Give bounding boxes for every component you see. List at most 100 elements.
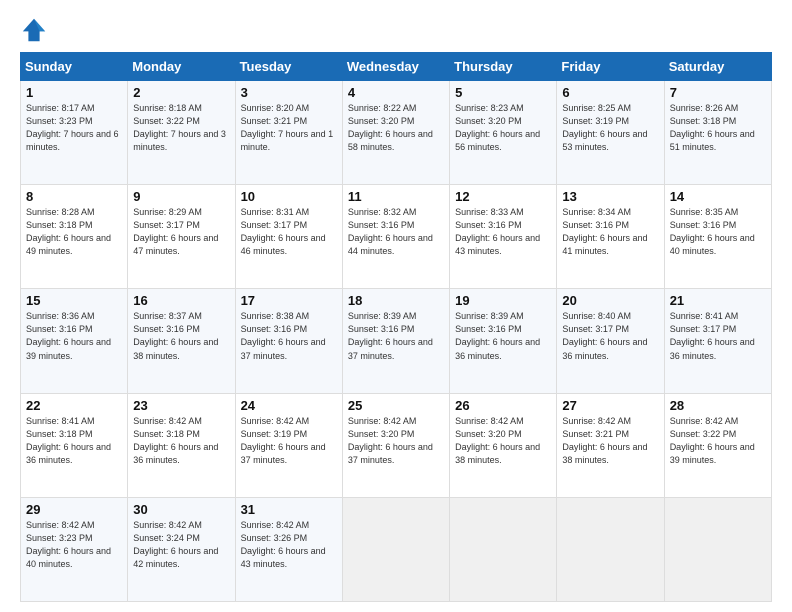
day-number: 16 [133,293,229,308]
day-info: Sunrise: 8:42 AM Sunset: 3:19 PM Dayligh… [241,415,337,467]
calendar-cell [557,497,664,601]
day-number: 14 [670,189,766,204]
calendar-cell: 28 Sunrise: 8:42 AM Sunset: 3:22 PM Dayl… [664,393,771,497]
day-number: 9 [133,189,229,204]
calendar-cell: 2 Sunrise: 8:18 AM Sunset: 3:22 PM Dayli… [128,81,235,185]
day-number: 11 [348,189,444,204]
calendar-week-2: 8 Sunrise: 8:28 AM Sunset: 3:18 PM Dayli… [21,185,772,289]
weekday-header-monday: Monday [128,53,235,81]
day-number: 24 [241,398,337,413]
weekday-header-friday: Friday [557,53,664,81]
day-number: 21 [670,293,766,308]
day-info: Sunrise: 8:42 AM Sunset: 3:18 PM Dayligh… [133,415,229,467]
weekday-header-tuesday: Tuesday [235,53,342,81]
day-info: Sunrise: 8:41 AM Sunset: 3:18 PM Dayligh… [26,415,122,467]
day-number: 29 [26,502,122,517]
day-info: Sunrise: 8:29 AM Sunset: 3:17 PM Dayligh… [133,206,229,258]
day-info: Sunrise: 8:17 AM Sunset: 3:23 PM Dayligh… [26,102,122,154]
calendar-cell: 23 Sunrise: 8:42 AM Sunset: 3:18 PM Dayl… [128,393,235,497]
day-info: Sunrise: 8:42 AM Sunset: 3:20 PM Dayligh… [348,415,444,467]
day-number: 23 [133,398,229,413]
calendar-week-5: 29 Sunrise: 8:42 AM Sunset: 3:23 PM Dayl… [21,497,772,601]
day-info: Sunrise: 8:39 AM Sunset: 3:16 PM Dayligh… [348,310,444,362]
day-info: Sunrise: 8:31 AM Sunset: 3:17 PM Dayligh… [241,206,337,258]
calendar-cell: 6 Sunrise: 8:25 AM Sunset: 3:19 PM Dayli… [557,81,664,185]
day-number: 30 [133,502,229,517]
day-info: Sunrise: 8:25 AM Sunset: 3:19 PM Dayligh… [562,102,658,154]
day-number: 22 [26,398,122,413]
day-info: Sunrise: 8:40 AM Sunset: 3:17 PM Dayligh… [562,310,658,362]
day-info: Sunrise: 8:33 AM Sunset: 3:16 PM Dayligh… [455,206,551,258]
calendar-cell: 17 Sunrise: 8:38 AM Sunset: 3:16 PM Dayl… [235,289,342,393]
calendar-cell [450,497,557,601]
calendar-cell: 14 Sunrise: 8:35 AM Sunset: 3:16 PM Dayl… [664,185,771,289]
day-info: Sunrise: 8:42 AM Sunset: 3:22 PM Dayligh… [670,415,766,467]
calendar-cell: 5 Sunrise: 8:23 AM Sunset: 3:20 PM Dayli… [450,81,557,185]
weekday-header-row: SundayMondayTuesdayWednesdayThursdayFrid… [21,53,772,81]
day-number: 25 [348,398,444,413]
day-info: Sunrise: 8:35 AM Sunset: 3:16 PM Dayligh… [670,206,766,258]
day-info: Sunrise: 8:42 AM Sunset: 3:26 PM Dayligh… [241,519,337,571]
day-info: Sunrise: 8:41 AM Sunset: 3:17 PM Dayligh… [670,310,766,362]
day-info: Sunrise: 8:22 AM Sunset: 3:20 PM Dayligh… [348,102,444,154]
calendar-cell: 24 Sunrise: 8:42 AM Sunset: 3:19 PM Dayl… [235,393,342,497]
calendar-week-1: 1 Sunrise: 8:17 AM Sunset: 3:23 PM Dayli… [21,81,772,185]
calendar-cell: 7 Sunrise: 8:26 AM Sunset: 3:18 PM Dayli… [664,81,771,185]
day-number: 6 [562,85,658,100]
calendar-cell: 18 Sunrise: 8:39 AM Sunset: 3:16 PM Dayl… [342,289,449,393]
calendar-body: 1 Sunrise: 8:17 AM Sunset: 3:23 PM Dayli… [21,81,772,602]
day-info: Sunrise: 8:42 AM Sunset: 3:23 PM Dayligh… [26,519,122,571]
day-number: 12 [455,189,551,204]
day-number: 19 [455,293,551,308]
logo-icon [20,16,48,44]
day-info: Sunrise: 8:34 AM Sunset: 3:16 PM Dayligh… [562,206,658,258]
day-info: Sunrise: 8:42 AM Sunset: 3:21 PM Dayligh… [562,415,658,467]
day-number: 18 [348,293,444,308]
calendar-header: SundayMondayTuesdayWednesdayThursdayFrid… [21,53,772,81]
weekday-header-wednesday: Wednesday [342,53,449,81]
calendar-cell [342,497,449,601]
calendar-cell: 21 Sunrise: 8:41 AM Sunset: 3:17 PM Dayl… [664,289,771,393]
calendar-cell: 27 Sunrise: 8:42 AM Sunset: 3:21 PM Dayl… [557,393,664,497]
day-number: 28 [670,398,766,413]
day-number: 4 [348,85,444,100]
calendar-cell: 3 Sunrise: 8:20 AM Sunset: 3:21 PM Dayli… [235,81,342,185]
day-info: Sunrise: 8:37 AM Sunset: 3:16 PM Dayligh… [133,310,229,362]
logo [20,16,52,44]
calendar-cell: 16 Sunrise: 8:37 AM Sunset: 3:16 PM Dayl… [128,289,235,393]
day-number: 20 [562,293,658,308]
day-info: Sunrise: 8:36 AM Sunset: 3:16 PM Dayligh… [26,310,122,362]
day-info: Sunrise: 8:38 AM Sunset: 3:16 PM Dayligh… [241,310,337,362]
day-info: Sunrise: 8:20 AM Sunset: 3:21 PM Dayligh… [241,102,337,154]
day-number: 31 [241,502,337,517]
calendar-cell: 30 Sunrise: 8:42 AM Sunset: 3:24 PM Dayl… [128,497,235,601]
day-info: Sunrise: 8:26 AM Sunset: 3:18 PM Dayligh… [670,102,766,154]
calendar-table: SundayMondayTuesdayWednesdayThursdayFrid… [20,52,772,602]
calendar-week-3: 15 Sunrise: 8:36 AM Sunset: 3:16 PM Dayl… [21,289,772,393]
day-number: 27 [562,398,658,413]
calendar-cell: 9 Sunrise: 8:29 AM Sunset: 3:17 PM Dayli… [128,185,235,289]
calendar-cell: 22 Sunrise: 8:41 AM Sunset: 3:18 PM Dayl… [21,393,128,497]
day-info: Sunrise: 8:42 AM Sunset: 3:20 PM Dayligh… [455,415,551,467]
calendar-cell: 12 Sunrise: 8:33 AM Sunset: 3:16 PM Dayl… [450,185,557,289]
day-number: 5 [455,85,551,100]
day-number: 1 [26,85,122,100]
day-info: Sunrise: 8:18 AM Sunset: 3:22 PM Dayligh… [133,102,229,154]
weekday-header-thursday: Thursday [450,53,557,81]
day-info: Sunrise: 8:32 AM Sunset: 3:16 PM Dayligh… [348,206,444,258]
calendar-cell: 29 Sunrise: 8:42 AM Sunset: 3:23 PM Dayl… [21,497,128,601]
day-number: 2 [133,85,229,100]
day-number: 13 [562,189,658,204]
calendar-cell: 26 Sunrise: 8:42 AM Sunset: 3:20 PM Dayl… [450,393,557,497]
calendar-cell: 10 Sunrise: 8:31 AM Sunset: 3:17 PM Dayl… [235,185,342,289]
day-number: 15 [26,293,122,308]
day-number: 3 [241,85,337,100]
day-number: 7 [670,85,766,100]
calendar-week-4: 22 Sunrise: 8:41 AM Sunset: 3:18 PM Dayl… [21,393,772,497]
day-number: 8 [26,189,122,204]
calendar-cell [664,497,771,601]
weekday-header-saturday: Saturday [664,53,771,81]
day-number: 17 [241,293,337,308]
calendar-cell: 31 Sunrise: 8:42 AM Sunset: 3:26 PM Dayl… [235,497,342,601]
day-info: Sunrise: 8:28 AM Sunset: 3:18 PM Dayligh… [26,206,122,258]
